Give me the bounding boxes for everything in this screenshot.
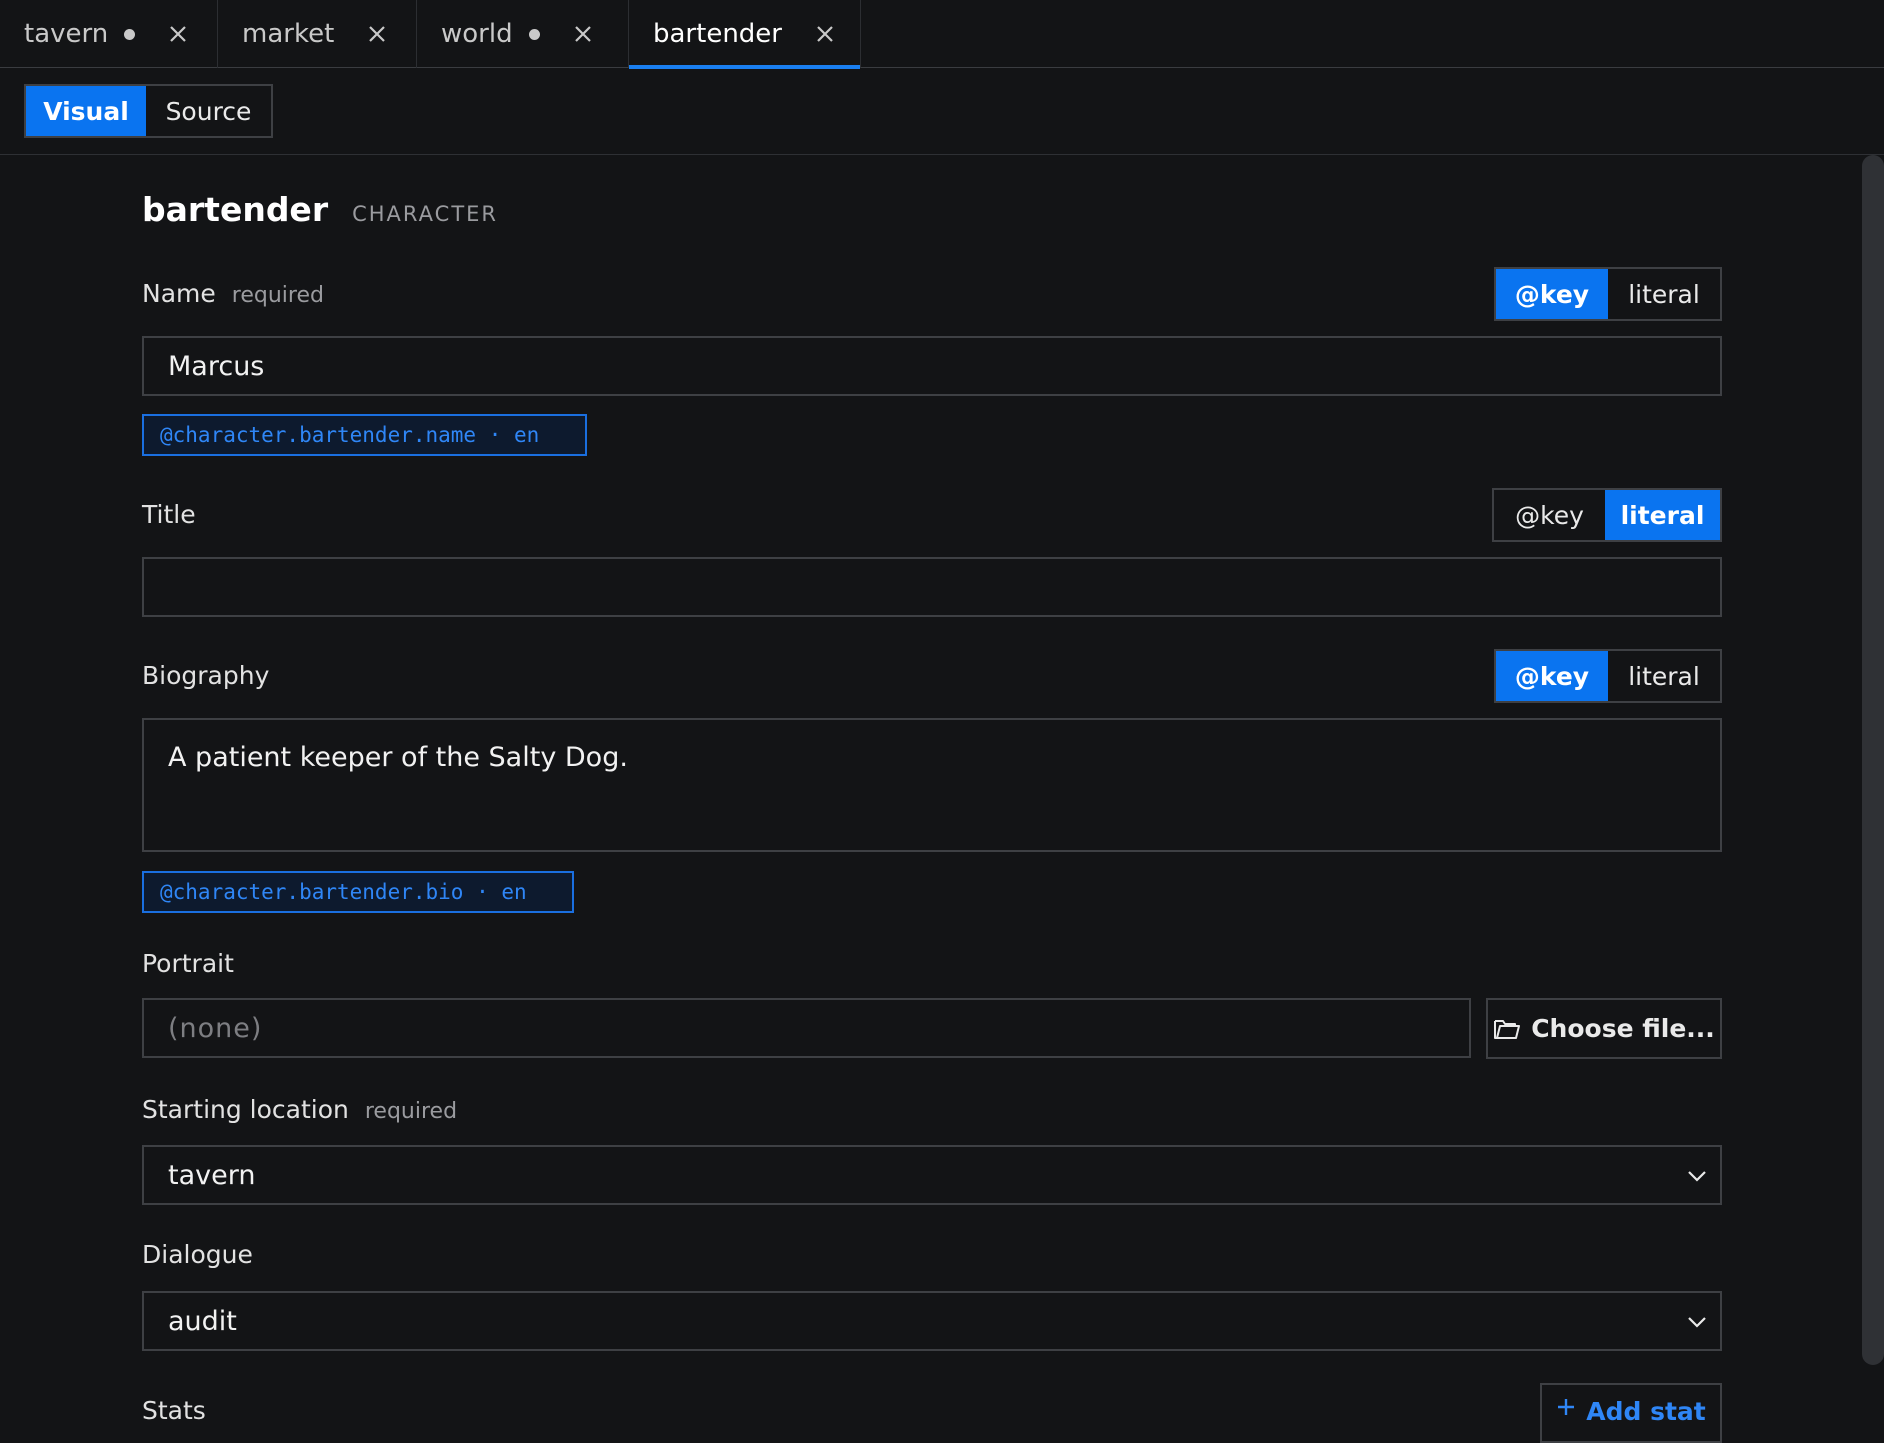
close-icon[interactable] xyxy=(812,21,838,47)
view-bar: Visual Source xyxy=(0,68,1884,155)
literal-mode-button[interactable]: literal xyxy=(1608,651,1720,701)
modified-dot-icon xyxy=(528,28,540,40)
starting-location-select[interactable]: tavern xyxy=(142,1145,1722,1205)
tab-bartender[interactable]: bartender xyxy=(629,0,861,69)
folder-icon xyxy=(1494,1019,1521,1039)
starting-location-label-text: Starting location xyxy=(142,1095,349,1124)
visual-view-button[interactable]: Visual xyxy=(26,86,146,136)
name-label-text: Name xyxy=(142,279,216,308)
dialogue-label: Dialogue xyxy=(142,1240,253,1269)
stats-label-text: Stats xyxy=(142,1396,206,1425)
name-key-reference[interactable]: @character.bartender.name · en xyxy=(142,414,587,456)
add-stat-button[interactable]: Add stat xyxy=(1540,1383,1722,1443)
key-mode-button[interactable]: @key xyxy=(1496,269,1608,319)
tab-label: world xyxy=(441,19,513,49)
required-badge: required xyxy=(231,283,324,308)
portrait-label-text: Portrait xyxy=(142,949,234,978)
literal-mode-button[interactable]: literal xyxy=(1608,269,1720,319)
title-label: Title xyxy=(142,500,196,529)
starting-location-label: Starting location required xyxy=(142,1095,457,1124)
portrait-label: Portrait xyxy=(142,949,234,978)
name-label: Name required xyxy=(142,279,324,308)
biography-label-text: Biography xyxy=(142,661,270,690)
starting-location-value: tavern xyxy=(168,1159,256,1191)
title-input[interactable] xyxy=(142,557,1722,617)
stats-label: Stats xyxy=(142,1396,206,1425)
close-icon[interactable] xyxy=(570,21,596,47)
literal-mode-button[interactable]: literal xyxy=(1605,490,1720,540)
biography-textarea[interactable]: A patient keeper of the Salty Dog. xyxy=(142,718,1722,852)
biography-key-reference[interactable]: @character.bartender.bio · en xyxy=(142,871,574,913)
plus-icon xyxy=(1558,1399,1575,1415)
tab-label: market xyxy=(242,19,335,49)
dialogue-value: audit xyxy=(168,1305,237,1337)
biography-mode-toggle: @key literal xyxy=(1494,649,1722,703)
name-input[interactable]: Marcus xyxy=(142,336,1722,396)
required-badge: required xyxy=(364,1099,458,1124)
name-value: Marcus xyxy=(168,350,265,382)
name-mode-toggle: @key literal xyxy=(1494,267,1722,321)
portrait-input[interactable]: (none) xyxy=(142,998,1471,1058)
scrollbar[interactable] xyxy=(1862,155,1884,1365)
biography-label: Biography xyxy=(142,661,269,690)
tab-label: bartender xyxy=(653,19,782,49)
close-icon[interactable] xyxy=(165,21,191,47)
dialogue-select[interactable]: audit xyxy=(142,1291,1722,1351)
view-switch: Visual Source xyxy=(24,84,273,138)
source-view-button[interactable]: Source xyxy=(146,86,271,136)
key-mode-button[interactable]: @key xyxy=(1496,651,1608,701)
choose-file-label: Choose file... xyxy=(1531,1014,1715,1043)
chevron-down-icon xyxy=(1688,1317,1706,1328)
choose-file-button[interactable]: Choose file... xyxy=(1486,998,1722,1059)
chevron-down-icon xyxy=(1688,1171,1706,1182)
page-title: bartender CHARACTER xyxy=(142,190,498,229)
modified-dot-icon xyxy=(124,28,136,40)
tab-world[interactable]: world xyxy=(417,0,629,68)
key-mode-button[interactable]: @key xyxy=(1494,490,1605,540)
dialogue-label-text: Dialogue xyxy=(142,1240,253,1269)
title-mode-toggle: @key literal xyxy=(1492,488,1722,542)
tab-market[interactable]: market xyxy=(218,0,417,68)
tab-tavern[interactable]: tavern xyxy=(0,0,218,68)
add-stat-label: Add stat xyxy=(1586,1397,1706,1426)
entity-name: bartender xyxy=(142,190,329,229)
portrait-placeholder: (none) xyxy=(168,1012,263,1044)
close-icon[interactable] xyxy=(364,21,390,47)
tab-label: tavern xyxy=(24,19,109,49)
entity-kind: CHARACTER xyxy=(352,202,499,226)
title-label-text: Title xyxy=(142,500,196,529)
tab-bar: tavern market world bartender xyxy=(0,0,1884,69)
biography-value: A patient keeper of the Salty Dog. xyxy=(168,742,628,773)
